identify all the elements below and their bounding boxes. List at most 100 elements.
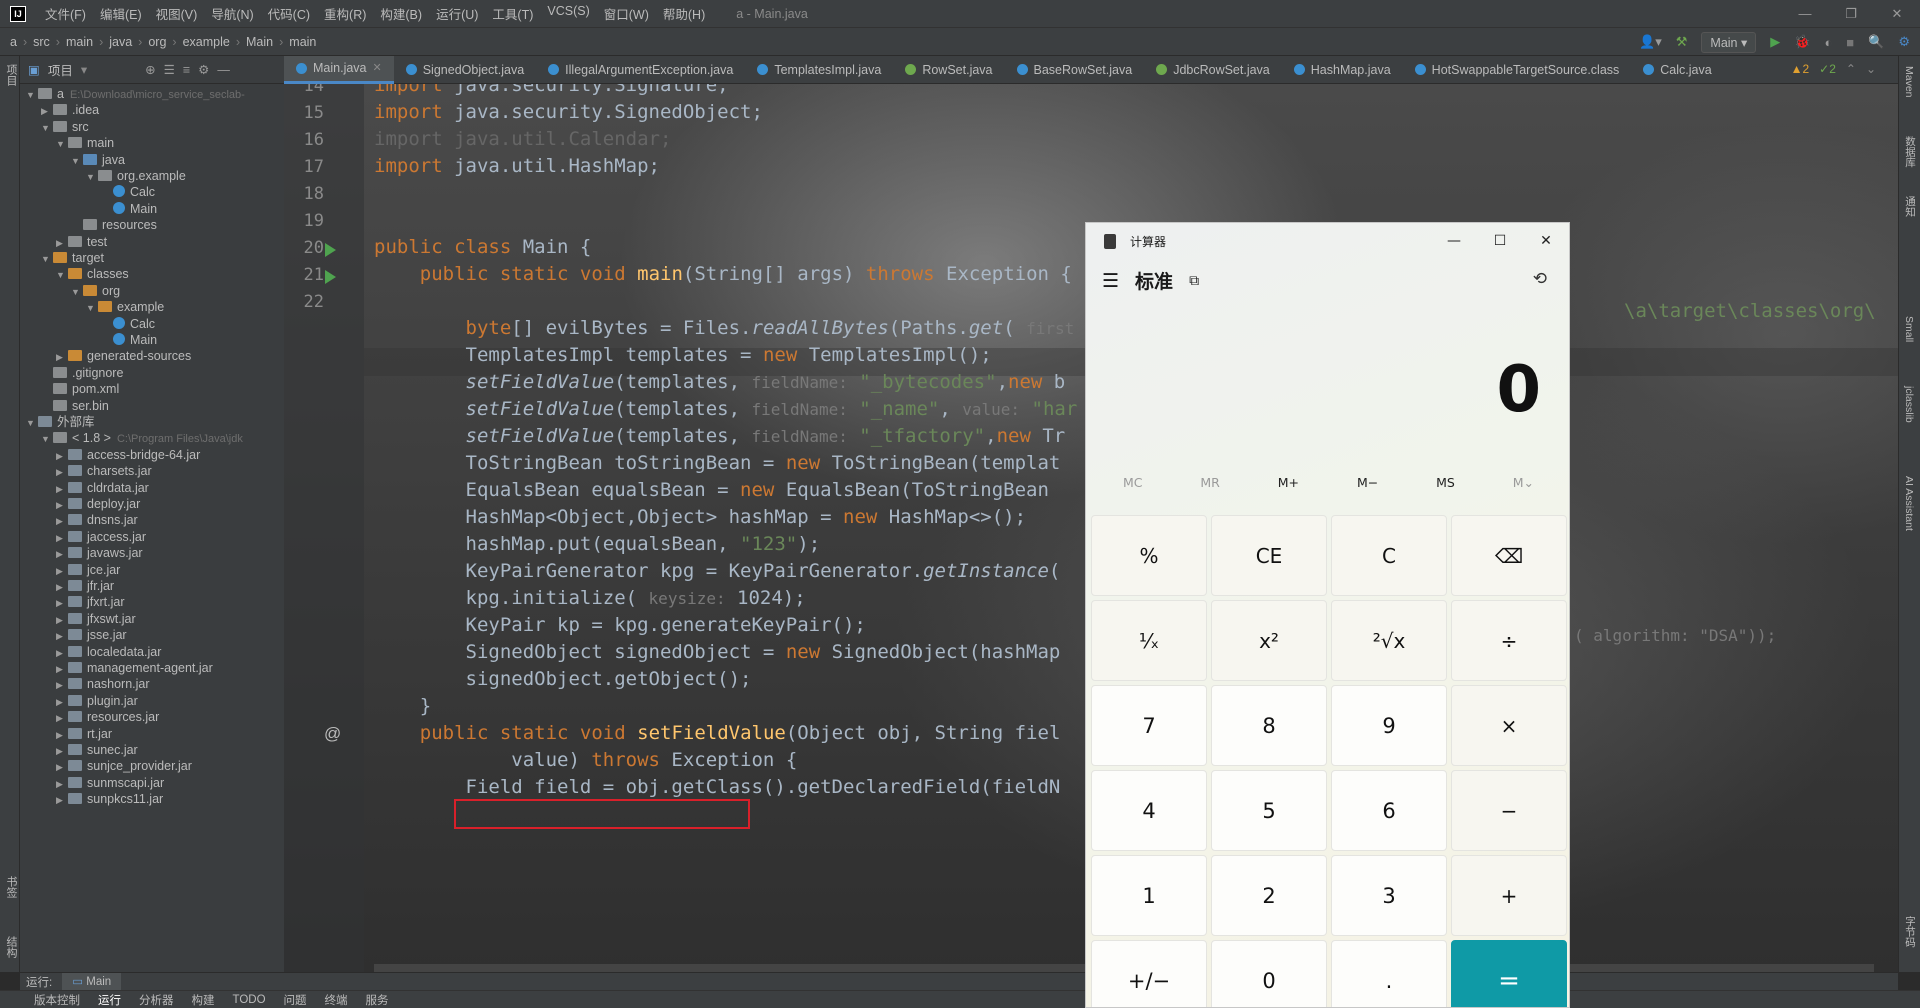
gear-icon[interactable]: ⚙ bbox=[198, 62, 209, 77]
menu-item[interactable]: 代码(C) bbox=[261, 4, 317, 23]
menu-item[interactable]: 运行(U) bbox=[429, 4, 485, 23]
run-gutter-icon[interactable] bbox=[325, 243, 336, 257]
editor-tab[interactable]: SignedObject.java bbox=[394, 56, 536, 84]
collapsed-arrow-icon[interactable]: ▶ bbox=[56, 790, 68, 810]
calc-key[interactable]: × bbox=[1451, 685, 1567, 766]
debug-icon[interactable]: 🐞 bbox=[1794, 34, 1810, 50]
editor-tab[interactable]: HotSwappableTargetSource.class bbox=[1403, 56, 1632, 84]
editor-tab[interactable]: Main.java ✕ bbox=[284, 55, 394, 84]
calc-key[interactable]: 8 bbox=[1211, 685, 1327, 766]
chevron-down-icon[interactable]: ▾ bbox=[81, 62, 87, 77]
locate-icon[interactable]: ⊕ bbox=[145, 62, 155, 77]
calc-key[interactable]: 0 bbox=[1211, 940, 1327, 1007]
editor-tab[interactable]: RowSet.java bbox=[893, 56, 1004, 84]
stop-icon[interactable]: ■ bbox=[1846, 35, 1854, 50]
run-tab-main[interactable]: ▭ Main bbox=[62, 972, 122, 991]
status-bar-tab[interactable]: 服务 bbox=[366, 992, 389, 1008]
calc-key[interactable]: 4 bbox=[1091, 770, 1207, 851]
menu-item[interactable]: 工具(T) bbox=[485, 4, 540, 23]
menu-item[interactable]: 帮助(H) bbox=[656, 4, 712, 23]
calc-key[interactable]: % bbox=[1091, 515, 1207, 596]
calc-key[interactable]: 9 bbox=[1331, 685, 1447, 766]
coverage-icon[interactable]: ◐ bbox=[1824, 35, 1832, 50]
menu-item[interactable]: 重构(R) bbox=[317, 4, 373, 23]
editor-tab[interactable]: IllegalArgumentException.java bbox=[536, 56, 745, 84]
keep-on-top-icon[interactable]: ⧉ bbox=[1189, 273, 1199, 289]
breadcrumb-item[interactable]: a bbox=[6, 35, 21, 49]
calc-key[interactable]: ⌫ bbox=[1451, 515, 1567, 596]
settings-icon[interactable]: ⚙ bbox=[1898, 34, 1910, 50]
menu-item[interactable]: VCS(S) bbox=[540, 4, 596, 23]
calc-close-icon[interactable]: ✕ bbox=[1523, 223, 1569, 259]
memory-button[interactable]: MR bbox=[1200, 475, 1219, 490]
maximize-icon[interactable]: ❐ bbox=[1828, 0, 1874, 28]
memory-button[interactable]: M+ bbox=[1278, 475, 1299, 490]
hamburger-menu-icon[interactable]: ☰ bbox=[1102, 270, 1119, 292]
project-tool-tab[interactable]: 项目 bbox=[3, 64, 19, 86]
memory-button[interactable]: M− bbox=[1357, 475, 1378, 490]
inspection-widget[interactable]: ▲2 ✓2 ⌃ ⌄ bbox=[1791, 62, 1876, 76]
project-panel-title[interactable]: 项目 bbox=[48, 60, 73, 79]
calc-minimize-icon[interactable]: — bbox=[1431, 223, 1477, 259]
status-bar-tab[interactable]: 终端 bbox=[325, 992, 348, 1008]
small-tool-tab[interactable]: Small bbox=[1903, 316, 1915, 342]
calc-key[interactable]: 6 bbox=[1331, 770, 1447, 851]
collapse-all-icon[interactable]: ≡ bbox=[183, 63, 190, 77]
calc-key[interactable]: 2 bbox=[1211, 855, 1327, 936]
calc-key[interactable]: ÷ bbox=[1451, 600, 1567, 681]
status-bar-tab[interactable]: TODO bbox=[233, 994, 266, 1006]
editor-tab[interactable]: BaseRowSet.java bbox=[1005, 56, 1145, 84]
editor-tab[interactable]: Calc.java bbox=[1631, 56, 1723, 84]
menu-item[interactable]: 窗口(W) bbox=[597, 4, 656, 23]
breadcrumb-item[interactable]: example bbox=[179, 35, 234, 49]
calc-key[interactable]: x² bbox=[1211, 600, 1327, 681]
run-config-select[interactable]: Main ▾ bbox=[1701, 31, 1757, 53]
hide-icon[interactable]: — bbox=[217, 63, 230, 77]
menu-item[interactable]: 构建(B) bbox=[373, 4, 429, 23]
structure-tool-tab[interactable]: 结构 bbox=[3, 936, 19, 958]
menu-item[interactable]: 导航(N) bbox=[204, 4, 260, 23]
editor-tab[interactable]: HashMap.java bbox=[1282, 56, 1403, 84]
memory-button[interactable]: MS bbox=[1436, 475, 1455, 490]
status-bar-tab[interactable]: 构建 bbox=[192, 992, 215, 1008]
calc-key[interactable]: 1 bbox=[1091, 855, 1207, 936]
editor-tab[interactable]: TemplatesImpl.java bbox=[745, 56, 893, 84]
editor-tab[interactable]: JdbcRowSet.java bbox=[1144, 56, 1282, 84]
jclasslib-tool-tab[interactable]: jclasslib bbox=[1903, 386, 1915, 423]
close-icon[interactable]: ✕ bbox=[1874, 0, 1920, 28]
notifications-tool-tab[interactable]: 通知 bbox=[1903, 196, 1918, 217]
breadcrumb-item[interactable]: org bbox=[144, 35, 170, 49]
run-icon[interactable]: ▶ bbox=[1770, 34, 1780, 50]
calc-key[interactable]: . bbox=[1331, 940, 1447, 1007]
maven-tool-tab[interactable]: Maven bbox=[1903, 66, 1915, 98]
close-tab-icon[interactable]: ✕ bbox=[373, 56, 382, 81]
calc-key[interactable]: 3 bbox=[1331, 855, 1447, 936]
user-icon[interactable]: 👤▾ bbox=[1639, 34, 1662, 50]
breadcrumb-item[interactable]: Main bbox=[242, 35, 277, 49]
minimize-icon[interactable]: — bbox=[1782, 0, 1828, 28]
calc-key[interactable]: ²√x bbox=[1331, 600, 1447, 681]
ai-assistant-tool-tab[interactable]: AI Assistant bbox=[1903, 476, 1915, 531]
calc-key[interactable]: +/− bbox=[1091, 940, 1207, 1007]
status-bar-tab[interactable]: 版本控制 bbox=[34, 992, 80, 1008]
expand-all-icon[interactable]: ☰ bbox=[164, 62, 175, 77]
calc-key[interactable]: ¹⁄ₓ bbox=[1091, 600, 1207, 681]
menu-item[interactable]: 视图(V) bbox=[149, 4, 205, 23]
search-icon[interactable]: 🔍 bbox=[1868, 34, 1884, 50]
status-bar-tab[interactable]: 问题 bbox=[284, 992, 307, 1008]
calc-key[interactable]: = bbox=[1451, 940, 1567, 1007]
tree-node[interactable]: ▶ sunpkcs11.jar bbox=[20, 789, 163, 809]
calc-key[interactable]: − bbox=[1451, 770, 1567, 851]
bookmarks-tool-tab[interactable]: 书签 bbox=[3, 876, 19, 898]
memory-button[interactable]: M⌄ bbox=[1513, 475, 1534, 490]
calc-maximize-icon[interactable]: ☐ bbox=[1477, 223, 1523, 259]
chevron-down-icon[interactable]: ⌄ bbox=[1866, 62, 1876, 76]
memory-button[interactable]: MC bbox=[1123, 475, 1143, 490]
status-bar-tab[interactable]: 运行 bbox=[98, 992, 121, 1008]
calc-key[interactable]: CE bbox=[1211, 515, 1327, 596]
breadcrumb-item[interactable]: src bbox=[29, 35, 54, 49]
breadcrumb-item[interactable]: main bbox=[285, 35, 320, 49]
calc-key[interactable]: C bbox=[1331, 515, 1447, 596]
chevron-up-icon[interactable]: ⌃ bbox=[1846, 62, 1856, 76]
menu-item[interactable]: 文件(F) bbox=[38, 4, 93, 23]
